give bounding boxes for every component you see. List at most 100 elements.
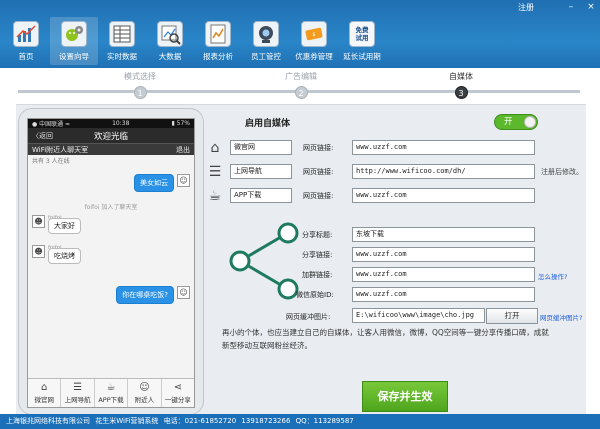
- exit-button[interactable]: 退出: [176, 145, 190, 155]
- phone-tab-navigation[interactable]: ☰ 上网导航: [61, 379, 95, 407]
- phone-tab-app-download[interactable]: ☕ APP下载: [95, 379, 129, 407]
- cup-icon: ☕: [208, 188, 222, 204]
- nav-label: 首页: [18, 52, 34, 61]
- report-icon: [205, 21, 231, 47]
- share-icon: ⋖: [173, 382, 183, 393]
- step-self-media[interactable]: 自媒体 3: [421, 71, 501, 99]
- step-label: 模式选择: [124, 72, 156, 81]
- clock: 10:38: [112, 120, 130, 127]
- link-label: 网页链接:: [303, 144, 334, 152]
- step-label: 广告编辑: [285, 72, 317, 81]
- message-bubble: 大家好: [48, 218, 81, 234]
- qq-number: QQ：113289587: [295, 417, 354, 425]
- phone-tab-nearby[interactable]: ☺ 附近人: [128, 379, 162, 407]
- avatar: ☻: [32, 215, 45, 228]
- nav-item-coupon-management[interactable]: $ 优惠券管理: [290, 17, 338, 65]
- cache-image-help-link[interactable]: 网页缓冲图片?: [540, 312, 582, 322]
- navigation-url-field[interactable]: http://www.wificoo.com/dh/: [352, 164, 535, 179]
- wechat-id-field[interactable]: www.uzzf.com: [352, 287, 535, 302]
- section-title: 启用自媒体: [245, 119, 291, 129]
- table-icon: [109, 21, 135, 47]
- phone-preview: ● 中国联通 ≈ 10:38 ▮ 57% 欢迎光临 〈返回 WiFi附近人聊天室…: [18, 108, 204, 415]
- app-download-url-field[interactable]: www.uzzf.com: [352, 188, 535, 203]
- minimize-button[interactable]: –: [566, 2, 576, 12]
- step-number: 3: [454, 86, 468, 99]
- chat-room-bar: WiFi附近人聊天室 退出: [28, 143, 194, 155]
- open-file-button[interactable]: 打开: [486, 308, 538, 324]
- free-trial-badge: 免费 试用: [355, 26, 369, 42]
- person-icon: ☺: [139, 382, 150, 393]
- nav-item-setup-wizard[interactable]: 设置向导: [50, 17, 98, 65]
- chat-room-name: WiFi附近人聊天室: [32, 145, 89, 154]
- link-label: 网页链接:: [303, 168, 334, 176]
- share-link-label: 分享链接:: [302, 251, 333, 259]
- android-gear-icon: [61, 21, 87, 47]
- chat-message: 美女如云 ☺: [134, 174, 190, 192]
- close-button[interactable]: ×: [586, 2, 596, 12]
- wechat-id-label: 微信原始ID:: [296, 291, 334, 299]
- nav-label: 设置向导: [59, 52, 89, 61]
- register-note: 注册后修改。: [541, 168, 583, 176]
- phone-title-bar: 欢迎光临 〈返回: [28, 128, 194, 143]
- wizard-steps: 模式选择 1 广告编辑 2 自媒体 3: [0, 68, 600, 102]
- group-link-label: 加群链接:: [302, 271, 333, 279]
- tab-label: 微官网: [34, 396, 54, 404]
- nav-label: 大数据: [158, 52, 182, 61]
- step-ad-edit[interactable]: 广告编辑 2: [261, 71, 341, 99]
- nav-item-report-analysis[interactable]: 报表分析: [194, 17, 242, 65]
- step-label: 自媒体: [449, 72, 473, 81]
- list-icon: ☰: [208, 164, 222, 180]
- app-download-name-field[interactable]: APP下载: [230, 188, 292, 203]
- tab-label: APP下载: [98, 396, 124, 404]
- phone-tab-share[interactable]: ⋖ 一键分享: [162, 379, 194, 407]
- chat-message: 你在哪桌吃饭? ☺: [116, 286, 190, 304]
- step-mode-select[interactable]: 模式选择 1: [100, 71, 180, 99]
- nav-bar: 首页 设置向导 实时数据 大数据 报表分析 员工管控 $ 优惠券管理 免费 试用…: [2, 17, 386, 65]
- phone-status-bar: ● 中国联通 ≈ 10:38 ▮ 57%: [28, 119, 194, 128]
- magnifier-chart-icon: [157, 21, 183, 47]
- navigation-name-field[interactable]: 上网导航: [230, 164, 292, 179]
- nav-item-home[interactable]: 首页: [2, 17, 50, 65]
- message-bubble: 你在哪桌吃饭?: [116, 286, 174, 304]
- product-name: 花生米WiFi营销系统: [95, 417, 159, 425]
- online-count: 共有 3 人在线: [32, 158, 70, 165]
- nav-label: 实时数据: [107, 52, 137, 61]
- battery: ▮ 57%: [171, 120, 190, 127]
- save-and-apply-button[interactable]: 保存并生效: [362, 381, 448, 412]
- main-panel: ● 中国联通 ≈ 10:38 ▮ 57% 欢迎光临 〈返回 WiFi附近人聊天室…: [16, 104, 586, 415]
- step-number: 2: [294, 86, 308, 99]
- nav-item-staff-control[interactable]: 员工管控: [242, 17, 290, 65]
- cache-image-label: 网页缓冲图片:: [286, 313, 331, 321]
- home-icon: ⌂: [41, 382, 48, 393]
- cache-image-path-field[interactable]: E:\wificoo\www\image\cho.jpg: [352, 308, 485, 323]
- cup-icon: ☕: [106, 382, 116, 393]
- self-media-toggle[interactable]: 开: [494, 114, 538, 130]
- phone-tab-bar: ⌂ 微官网 ☰ 上网导航 ☕ APP下载 ☺ 附近人 ⋖ 一键分享: [28, 378, 194, 407]
- phone-number: 电话：021-61852720: [163, 417, 237, 425]
- window-controls: 注册 – ×: [518, 0, 600, 14]
- avatar: ☺: [177, 286, 190, 299]
- nav-item-big-data[interactable]: 大数据: [146, 17, 194, 65]
- nav-label: 报表分析: [203, 52, 233, 61]
- nav-item-realtime-data[interactable]: 实时数据: [98, 17, 146, 65]
- nav-item-extend-trial[interactable]: 免费 试用 延长试用期: [338, 17, 386, 65]
- message-bubble: 美女如云: [134, 174, 174, 192]
- avatar: ☺: [177, 174, 190, 187]
- micro-site-name-field[interactable]: 微官网: [230, 140, 292, 155]
- chat-message: ☻ foifoi 吃烧烤: [32, 245, 81, 264]
- share-icon: [229, 222, 299, 300]
- share-link-field[interactable]: www.uzzf.com: [352, 247, 535, 262]
- chat-messages: 美女如云 ☺ foifoi 加入了聊天室 ☻ foifoi 大家好 ☻ foif…: [28, 166, 194, 361]
- free-trial-icon: 免费 试用: [349, 21, 375, 47]
- tab-label: 上网导航: [64, 396, 91, 404]
- how-to-link[interactable]: 怎么操作?: [538, 271, 567, 281]
- phone-tab-micro-site[interactable]: ⌂ 微官网: [28, 379, 62, 407]
- toggle-knob: [524, 116, 536, 128]
- link-label: 网页链接:: [303, 192, 334, 200]
- share-title-field[interactable]: 东坡下载: [352, 227, 535, 242]
- system-note: foifoi 加入了聊天室: [84, 204, 138, 211]
- tab-label: 附近人: [134, 396, 155, 404]
- register-link[interactable]: 注册: [518, 2, 534, 13]
- group-link-field[interactable]: www.uzzf.com: [352, 267, 535, 282]
- micro-site-url-field[interactable]: www.uzzf.com: [352, 140, 535, 155]
